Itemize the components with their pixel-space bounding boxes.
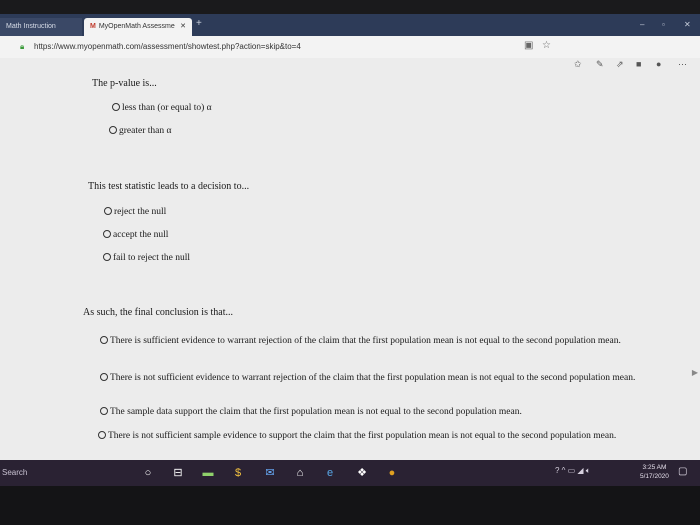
option-conclusion-3[interactable]: The sample data support the claim that t… [100,406,653,418]
address-bar: 🔒︎ https://www.myopenmath.com/assessment… [0,36,700,59]
app-2-icon[interactable]: ● [384,465,400,481]
extension-2-icon[interactable]: ● [656,59,661,69]
pen-icon[interactable]: ✎ [596,59,604,70]
system-tray[interactable]: ? ^ ▭ ◢ 🔈︎ [555,466,591,476]
radio-icon[interactable] [98,431,106,439]
tab-math-instruction[interactable]: Math Instruction [0,18,82,36]
close-tab-icon[interactable]: ✕ [180,18,186,36]
tab-label: Math Instruction [6,23,56,30]
scroll-right-icon[interactable]: ▶ [692,368,698,377]
cortana-icon[interactable]: ○ [140,465,156,481]
question-pvalue-prompt: The p-value is... [92,78,157,89]
dollar-app-icon[interactable]: $ [230,465,246,481]
radio-icon[interactable] [100,373,108,381]
more-icon[interactable]: ⋯ [678,59,687,70]
toolbar-icons: ✩ ✎ ⇗ ■ ● ⋯ [0,58,700,72]
url-field[interactable]: https://www.myopenmath.com/assessment/sh… [34,42,301,51]
question-conclusion-prompt: As such, the final conclusion is that... [83,307,233,318]
edge-browser-icon[interactable]: e [322,465,338,481]
myopenmath-logo-icon: M [90,23,96,30]
laptop-bezel [0,486,700,525]
reader-view-icon[interactable]: ▣ [524,40,533,51]
option-greater-than-alpha[interactable]: greater than α [109,125,171,137]
taskbar-search[interactable]: Search [2,468,27,477]
app-icon[interactable]: ▬ [200,465,216,481]
tab-myopenmath[interactable]: M MyOpenMath Assessme ✕ [84,18,192,36]
new-tab-button[interactable]: + [196,18,202,29]
browser-tab-bar: Math Instruction M MyOpenMath Assessme ✕ … [0,14,700,36]
close-window-icon[interactable]: ✕ [684,20,691,29]
store-icon[interactable]: ⌂ [292,465,308,481]
radio-icon[interactable] [103,253,111,261]
radio-icon[interactable] [109,126,117,134]
radio-icon[interactable] [100,407,108,415]
favorites-icon[interactable]: ✩ [574,59,582,70]
notification-icon[interactable]: ▢ [678,466,687,477]
option-conclusion-2[interactable]: There is not sufficient evidence to warr… [100,372,653,384]
radio-icon[interactable] [103,230,111,238]
option-fail-to-reject-null[interactable]: fail to reject the null [103,252,190,264]
option-accept-null[interactable]: accept the null [103,229,168,241]
extension-icon[interactable]: ■ [636,59,641,69]
radio-icon[interactable] [112,103,120,111]
option-reject-null[interactable]: reject the null [104,206,166,218]
radio-icon[interactable] [104,207,112,215]
task-view-icon[interactable]: ⊟ [170,465,186,481]
minimize-icon[interactable]: – [640,20,644,29]
star-icon[interactable]: ☆ [542,40,551,51]
maximize-icon[interactable]: ▫ [662,20,665,29]
tab-label: MyOpenMath Assessme [98,23,175,30]
question-decision-prompt: This test statistic leads to a decision … [88,181,250,192]
option-less-than-alpha[interactable]: less than (or equal to) α [112,102,212,114]
share-icon[interactable]: ⇗ [616,59,624,70]
clock[interactable]: 3:25 AM 5/17/2020 [640,463,669,481]
mail-icon[interactable]: ✉ [262,465,278,481]
option-conclusion-1[interactable]: There is sufficient evidence to warrant … [100,335,653,347]
dropbox-icon[interactable]: ❖ [354,465,370,481]
assessment-content: The p-value is... less than (or equal to… [0,72,700,460]
windows-taskbar: Search ○ ⊟ ▬ $ ✉ ⌂ e ❖ ● ? ^ ▭ ◢ 🔈︎ 3:25… [0,460,700,486]
lock-icon: 🔒︎ [20,42,25,51]
radio-icon[interactable] [100,336,108,344]
option-conclusion-4[interactable]: There is not sufficient sample evidence … [98,430,651,442]
